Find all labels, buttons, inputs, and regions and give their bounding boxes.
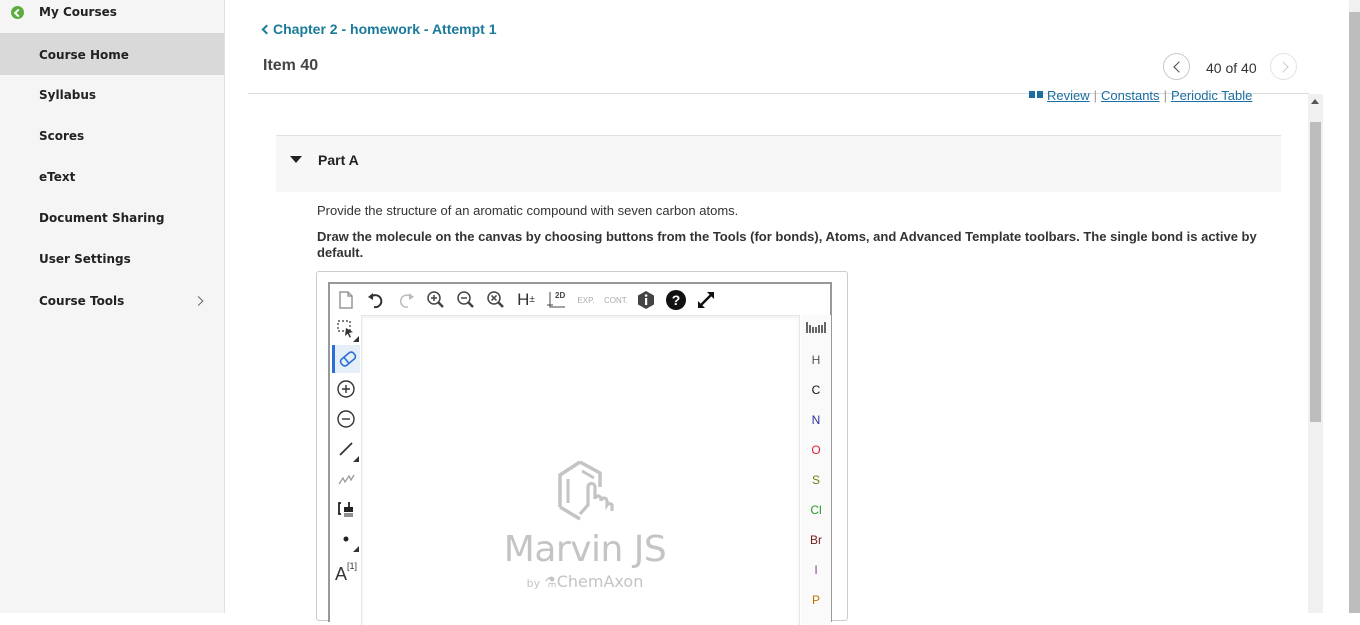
page-scrollbar[interactable] xyxy=(1349,0,1360,613)
back-arrow-icon xyxy=(11,6,24,19)
contract-group-icon[interactable]: CONT. xyxy=(604,288,628,312)
atom-button-h[interactable]: H xyxy=(801,345,831,375)
h-label: H xyxy=(517,290,530,309)
question-text: Provide the structure of an aromatic com… xyxy=(317,203,739,218)
sidebar-item-etext[interactable]: eText xyxy=(0,157,224,197)
scrollbar-thumb[interactable] xyxy=(1310,122,1321,422)
sidebar-item-label: Scores xyxy=(39,129,85,143)
breadcrumb-label: Chapter 2 - homework - Attempt 1 xyxy=(273,21,497,37)
marvin-hexagon-hand-icon xyxy=(558,460,614,521)
chevron-left-icon xyxy=(261,24,272,35)
sidebar-item-label: eText xyxy=(39,170,76,184)
separator: | xyxy=(1163,88,1167,103)
atoms-toolbar: H C N O S Cl Br I P xyxy=(801,315,831,625)
my-courses-link[interactable]: My Courses xyxy=(0,0,224,34)
review-link[interactable]: Review xyxy=(1047,88,1090,103)
top-toolbar: H ± 2D EXP. CONT. ? xyxy=(330,284,830,315)
atom-button-c[interactable]: C xyxy=(801,375,831,405)
my-courses-label: My Courses xyxy=(39,5,117,19)
submenu-indicator-icon xyxy=(353,546,359,552)
scrollbar-thumb[interactable] xyxy=(1349,12,1360,613)
new-document-icon[interactable] xyxy=(334,288,358,312)
sidebar-item-course-tools[interactable]: Course Tools xyxy=(0,281,224,321)
hydrogen-toggle-icon[interactable]: H ± xyxy=(514,288,538,312)
logo-by: by xyxy=(526,577,541,590)
drawing-canvas[interactable]: Marvin JS by ⚗ChemAxon xyxy=(361,315,800,625)
increase-charge-icon[interactable] xyxy=(332,375,360,403)
atom-map-sup: [1] xyxy=(347,561,358,571)
sidebar: My Courses Course Home Syllabus Scores e… xyxy=(0,0,225,613)
atom-button-s[interactable]: S xyxy=(801,465,831,495)
marvin-logo: Marvin JS by ⚗ChemAxon xyxy=(500,459,670,591)
svg-text:?: ? xyxy=(672,292,681,308)
question-instructions: Draw the molecule on the canvas by choos… xyxy=(317,229,1257,260)
left-toolbar: A [1] xyxy=(330,315,360,625)
sidebar-item-label: Document Sharing xyxy=(39,211,165,225)
decrease-charge-icon[interactable] xyxy=(332,405,360,433)
single-bond-icon[interactable] xyxy=(332,435,360,463)
logo-vendor: by ⚗ChemAxon xyxy=(500,572,670,591)
caret-down-icon[interactable] xyxy=(290,156,302,163)
marvin-editor: H ± 2D EXP. CONT. ? A [1] Marvin JS by ⚗… xyxy=(328,282,832,625)
atom-button-n[interactable]: N xyxy=(801,405,831,435)
book-icon xyxy=(1029,91,1043,98)
atom-button-p[interactable]: P xyxy=(801,585,831,615)
sidebar-item-scores[interactable]: Scores xyxy=(0,116,224,156)
selection-tool[interactable] xyxy=(332,315,360,343)
part-a-header[interactable]: Part A xyxy=(276,135,1281,192)
help-icon[interactable]: ? xyxy=(664,288,688,312)
atom-button-cl[interactable]: Cl xyxy=(801,495,831,525)
erase-tool[interactable] xyxy=(332,345,360,373)
cont-label: CONT. xyxy=(604,295,628,305)
zoom-in-icon[interactable] xyxy=(424,288,448,312)
atom-button-o[interactable]: O xyxy=(801,435,831,465)
radical-tool-icon[interactable] xyxy=(332,525,360,553)
periodic-table-icon[interactable] xyxy=(801,315,831,345)
part-title: Part A xyxy=(318,152,359,168)
info-icon[interactable] xyxy=(634,288,658,312)
sidebar-item-label: Course Home xyxy=(39,47,129,62)
logo-vendor-name: ChemAxon xyxy=(556,572,644,591)
content-scrollbar[interactable] xyxy=(1308,94,1323,613)
zoom-fit-icon[interactable] xyxy=(484,288,508,312)
sidebar-item-course-home[interactable]: Course Home xyxy=(0,34,224,75)
atom-map-tool-icon[interactable]: A [1] xyxy=(332,557,360,585)
expand-group-icon[interactable]: EXP. xyxy=(574,288,598,312)
undo-icon[interactable] xyxy=(364,288,388,312)
flask-icon: ⚗ xyxy=(544,575,557,591)
previous-item-button[interactable] xyxy=(1163,53,1190,80)
breadcrumb[interactable]: Chapter 2 - homework - Attempt 1 xyxy=(261,21,497,37)
resource-links: Review | Constants | Periodic Table xyxy=(1029,88,1252,103)
redo-icon[interactable] xyxy=(394,288,418,312)
submenu-indicator-icon xyxy=(353,456,359,462)
atom-button-i[interactable]: I xyxy=(801,555,831,585)
sidebar-item-label: Syllabus xyxy=(39,88,97,102)
exp-label: EXP. xyxy=(577,295,595,305)
chain-tool-icon[interactable] xyxy=(332,465,360,493)
page-title: Item 40 xyxy=(263,57,319,74)
sidebar-item-label: Course Tools xyxy=(39,294,125,308)
bracket-tool-icon[interactable] xyxy=(332,495,360,523)
chevron-right-icon xyxy=(193,296,204,306)
zoom-out-icon[interactable] xyxy=(454,288,478,312)
logo-title: Marvin JS xyxy=(503,529,667,570)
sidebar-item-document-sharing[interactable]: Document Sharing xyxy=(0,198,224,238)
sidebar-item-user-settings[interactable]: User Settings xyxy=(0,239,224,279)
fullscreen-icon[interactable] xyxy=(694,288,718,312)
scroll-up-arrow-icon[interactable] xyxy=(1311,99,1319,104)
constants-link[interactable]: Constants xyxy=(1101,88,1160,103)
separator: | xyxy=(1093,88,1098,103)
clean-2d-label: 2D xyxy=(555,291,566,300)
submenu-indicator-icon xyxy=(353,336,359,342)
clean-2d-icon[interactable]: 2D xyxy=(544,288,568,312)
next-item-button[interactable] xyxy=(1270,53,1297,80)
sidebar-item-syllabus[interactable]: Syllabus xyxy=(0,75,224,115)
pager-status: 40 of 40 xyxy=(1206,60,1257,76)
atom-map-label: A xyxy=(334,563,347,584)
periodic-table-link[interactable]: Periodic Table xyxy=(1171,88,1252,103)
atom-button-br[interactable]: Br xyxy=(801,525,831,555)
sidebar-item-label: User Settings xyxy=(39,252,131,266)
